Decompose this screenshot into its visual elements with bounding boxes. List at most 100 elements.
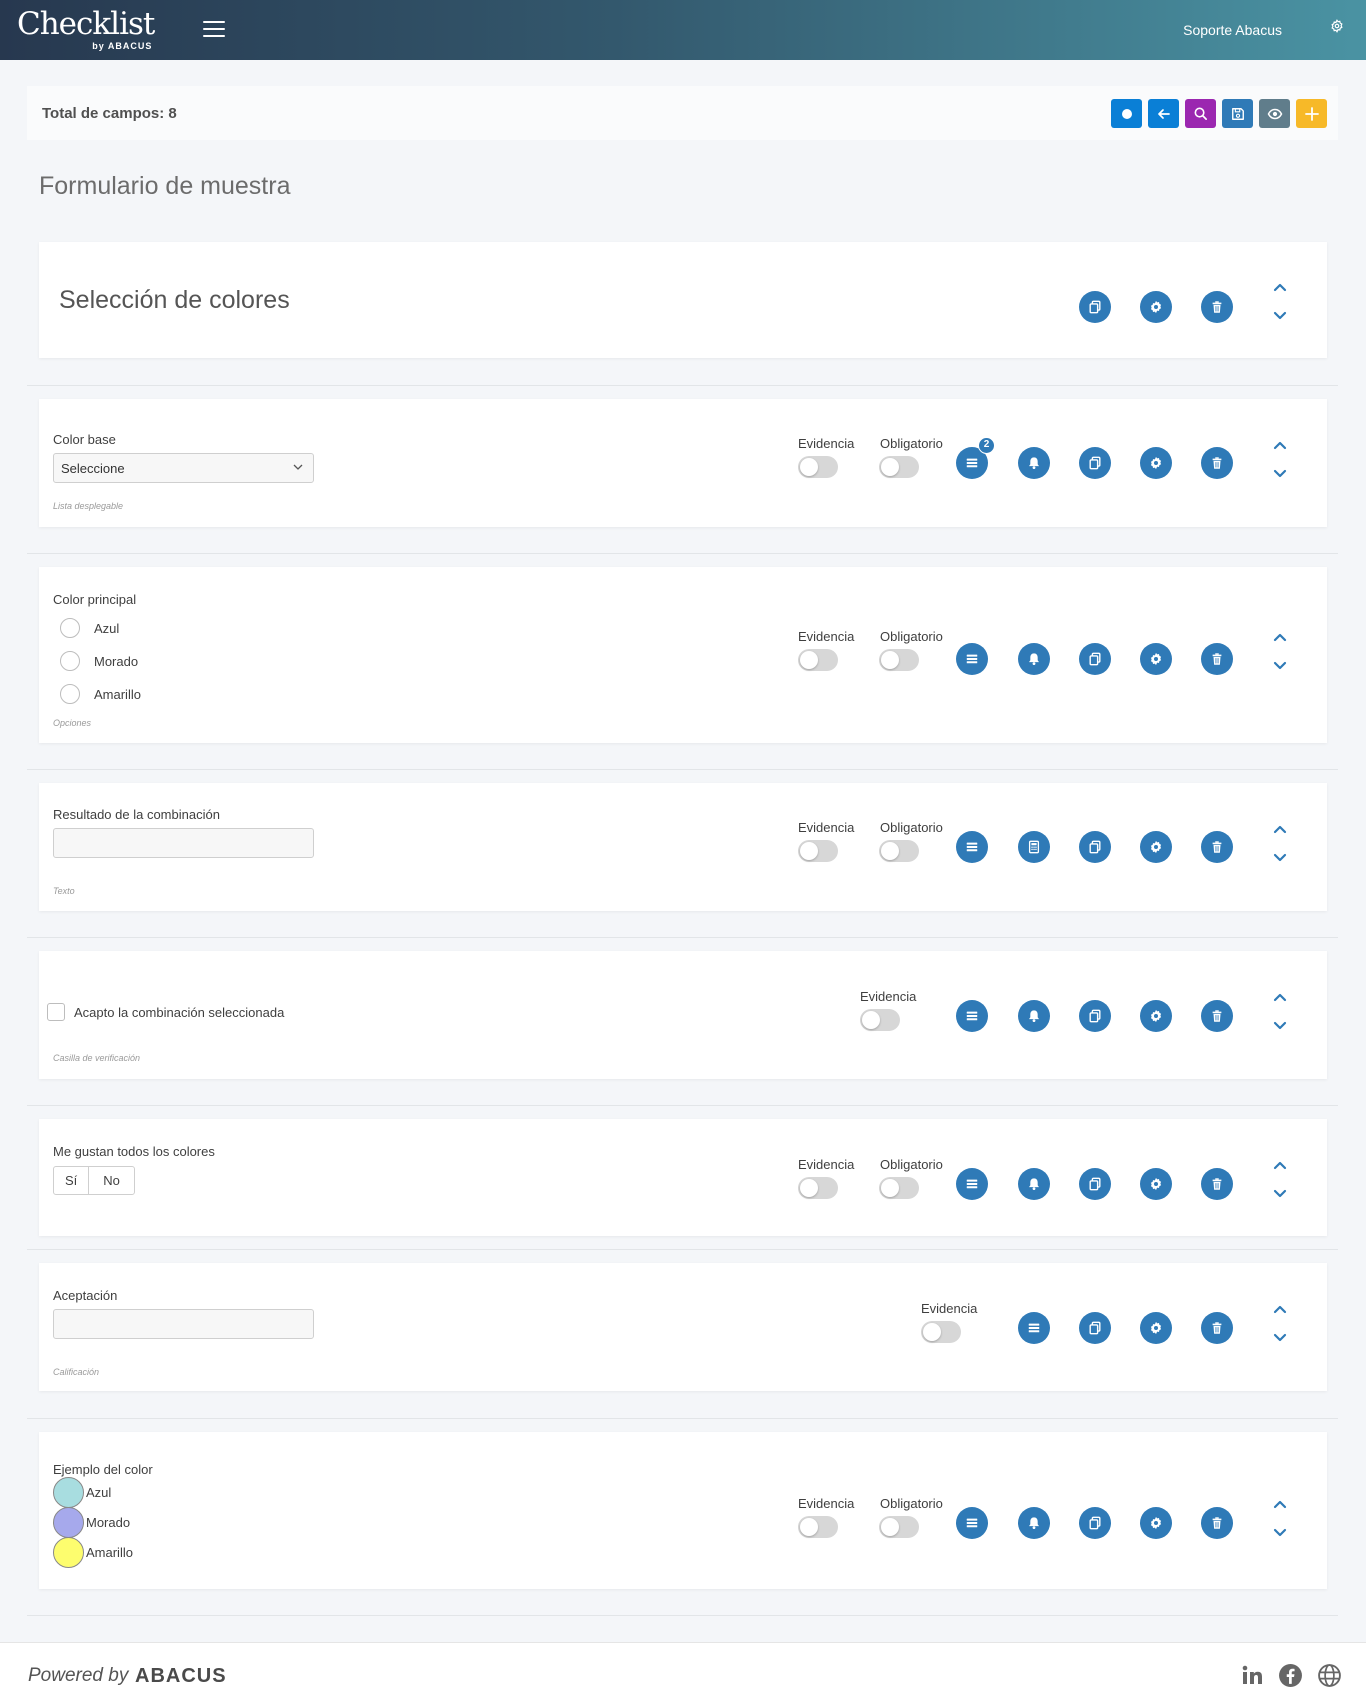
color-swatch[interactable]: [53, 1537, 84, 1568]
obligatorio-toggle[interactable]: [879, 456, 919, 478]
color-base-select[interactable]: Seleccione: [53, 453, 314, 483]
move-up-button[interactable]: [1272, 989, 1288, 1005]
linkedin-link[interactable]: [1239, 1662, 1265, 1688]
evidencia-toggle[interactable]: [921, 1321, 961, 1343]
radio-button[interactable]: [60, 618, 80, 638]
options-list-button[interactable]: [956, 1168, 988, 1200]
settings-button[interactable]: [1140, 291, 1172, 323]
evidencia-toggle[interactable]: [860, 1009, 900, 1031]
settings-button[interactable]: [1140, 1000, 1172, 1032]
options-list-button[interactable]: [956, 1000, 988, 1032]
settings-button[interactable]: [1140, 1312, 1172, 1344]
radio-option[interactable]: Amarillo: [60, 684, 141, 704]
duplicate-button[interactable]: [1079, 291, 1111, 323]
delete-button[interactable]: [1201, 1312, 1233, 1344]
settings-gear-icon[interactable]: [1330, 19, 1344, 33]
notification-button[interactable]: [1018, 447, 1050, 479]
back-button[interactable]: [1148, 99, 1179, 128]
notification-button[interactable]: [1018, 1000, 1050, 1032]
radio-option[interactable]: Morado: [60, 651, 138, 671]
evidencia-toggle[interactable]: [798, 649, 838, 671]
settings-button[interactable]: [1140, 831, 1172, 863]
move-up-button[interactable]: [1272, 1157, 1288, 1173]
move-up-button[interactable]: [1272, 1496, 1288, 1512]
delete-button[interactable]: [1201, 291, 1233, 323]
evidencia-toggle[interactable]: [798, 1177, 838, 1199]
move-down-button[interactable]: [1272, 658, 1288, 674]
move-up-button[interactable]: [1272, 629, 1288, 645]
obligatorio-toggle[interactable]: [879, 1177, 919, 1199]
radio-option[interactable]: Azul: [60, 618, 119, 638]
duplicate-button[interactable]: [1079, 643, 1111, 675]
delete-button[interactable]: [1201, 1000, 1233, 1032]
move-up-button[interactable]: [1272, 279, 1288, 295]
obligatorio-toggle[interactable]: [879, 840, 919, 862]
settings-button[interactable]: [1140, 643, 1172, 675]
color-swatch[interactable]: [53, 1477, 84, 1508]
color-option[interactable]: Morado: [53, 1507, 130, 1538]
settings-button[interactable]: [1140, 447, 1172, 479]
duplicate-button[interactable]: [1079, 1507, 1111, 1539]
move-down-button[interactable]: [1272, 1186, 1288, 1202]
duplicate-button[interactable]: [1079, 1312, 1111, 1344]
move-up-button[interactable]: [1272, 821, 1288, 837]
settings-button[interactable]: [1140, 1507, 1172, 1539]
notification-button[interactable]: [1018, 1507, 1050, 1539]
resultado-text-input[interactable]: [53, 828, 314, 858]
list-icon: [1027, 1321, 1041, 1335]
options-list-button[interactable]: 2: [956, 437, 995, 479]
duplicate-button[interactable]: [1079, 1000, 1111, 1032]
no-option[interactable]: No: [88, 1167, 134, 1194]
delete-button[interactable]: [1201, 831, 1233, 863]
delete-button[interactable]: [1201, 447, 1233, 479]
trash-icon: [1210, 1009, 1224, 1023]
search-button[interactable]: [1185, 99, 1216, 128]
radio-button[interactable]: [60, 651, 80, 671]
move-down-button[interactable]: [1272, 466, 1288, 482]
options-list-button[interactable]: [956, 1507, 988, 1539]
powered-by-text: Powered by: [28, 1665, 129, 1686]
duplicate-button[interactable]: [1079, 447, 1111, 479]
radio-button[interactable]: [60, 684, 80, 704]
color-option[interactable]: Amarillo: [53, 1537, 133, 1568]
obligatorio-toggle[interactable]: [879, 1516, 919, 1538]
yes-option[interactable]: Sí: [54, 1167, 88, 1194]
calculator-button[interactable]: [1018, 831, 1050, 863]
color-swatch[interactable]: [53, 1507, 84, 1538]
delete-button[interactable]: [1201, 1507, 1233, 1539]
website-link[interactable]: [1316, 1662, 1342, 1688]
evidencia-toggle[interactable]: [798, 456, 838, 478]
footer-brand-logo[interactable]: ABACUS: [135, 1665, 227, 1688]
checklist-logo[interactable]: Checklist by ABACUS: [17, 7, 155, 51]
add-field-button[interactable]: [1296, 99, 1327, 128]
options-list-button[interactable]: [1018, 1312, 1050, 1344]
record-button[interactable]: [1111, 99, 1142, 128]
move-down-button[interactable]: [1272, 1018, 1288, 1034]
save-button[interactable]: [1222, 99, 1253, 128]
move-down-button[interactable]: [1272, 1525, 1288, 1541]
delete-button[interactable]: [1201, 1168, 1233, 1200]
notification-button[interactable]: [1018, 643, 1050, 675]
menu-icon[interactable]: [203, 21, 225, 39]
delete-button[interactable]: [1201, 643, 1233, 675]
settings-button[interactable]: [1140, 1168, 1172, 1200]
move-down-button[interactable]: [1272, 1330, 1288, 1346]
evidencia-toggle[interactable]: [798, 1516, 838, 1538]
aceptacion-rating-input[interactable]: [53, 1309, 314, 1339]
color-option[interactable]: Azul: [53, 1477, 111, 1508]
options-list-button[interactable]: [956, 643, 988, 675]
duplicate-button[interactable]: [1079, 1168, 1111, 1200]
accept-checkbox[interactable]: [47, 1003, 65, 1021]
obligatorio-toggle[interactable]: [879, 649, 919, 671]
move-up-button[interactable]: [1272, 1301, 1288, 1317]
duplicate-button[interactable]: [1079, 831, 1111, 863]
user-name[interactable]: Soporte Abacus: [1183, 22, 1282, 38]
move-down-button[interactable]: [1272, 308, 1288, 324]
facebook-link[interactable]: [1277, 1662, 1303, 1688]
move-down-button[interactable]: [1272, 850, 1288, 866]
options-list-button[interactable]: [956, 831, 988, 863]
notification-button[interactable]: [1018, 1168, 1050, 1200]
preview-button[interactable]: [1259, 99, 1290, 128]
evidencia-toggle[interactable]: [798, 840, 838, 862]
move-up-button[interactable]: [1272, 437, 1288, 453]
